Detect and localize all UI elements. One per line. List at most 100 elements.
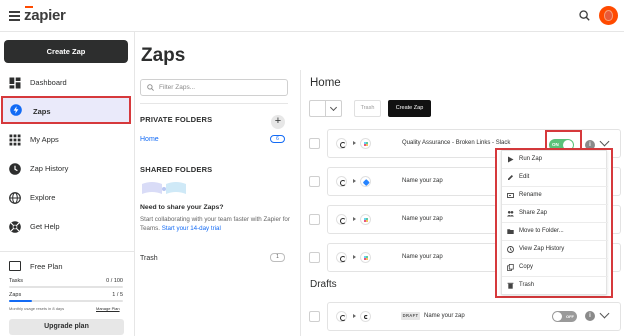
usage-reset-note: Monthly usage resets in 8 days [9,306,65,311]
zaps-meter-fill [9,300,32,302]
shared-folders-illustration [142,182,186,194]
zap-name[interactable]: Name your zap [402,254,443,260]
trigger-app-icon [336,138,347,149]
top-bar: zapier [0,0,624,32]
share-zaps-description: Start collaborating with your team faste… [140,215,290,233]
folder-home[interactable]: Home [140,136,159,143]
manage-plan-link[interactable]: Manage Plan [96,306,120,311]
rename-icon [507,193,514,198]
sidebar-item-zap-history[interactable]: Zap History [0,155,134,183]
zaps-value: 1 / 5 [112,292,123,298]
trash-icon [507,282,514,289]
history-icon [507,246,514,253]
divider [140,103,288,104]
hamburger-menu-icon[interactable] [9,11,20,21]
select-all-checkbox[interactable] [309,100,326,117]
wallet-icon [9,261,21,271]
menu-item-label: Rename [519,192,542,198]
menu-item-copy[interactable]: Copy [502,259,608,277]
dashboard-icon [9,77,21,89]
folder-count-badge: 6 [270,135,285,143]
menu-item-view-zap-history[interactable]: View Zap History [502,241,608,259]
menu-item-label: Move to Folder... [519,228,564,234]
sidebar-item-explore[interactable]: Explore [0,184,134,212]
private-folders-heading: PRIVATE FOLDERS [140,115,213,124]
menu-item-label: Edit [519,174,530,180]
tasks-meter-label: Tasks 0 / 100 [9,278,123,284]
menu-item-label: Trash [519,282,535,288]
zap-name[interactable]: Name your zap [424,313,465,319]
search-icon [147,84,154,91]
trash-button[interactable]: Trash [354,100,381,117]
folder-count-badge: 1 [270,253,285,262]
create-zap-button[interactable]: Create Zap [4,40,128,63]
zapier-logo[interactable]: zapier [24,7,66,24]
upgrade-plan-button[interactable]: Upgrade plan [9,319,124,335]
arrow-right-icon [353,179,356,183]
share-zaps-heading: Need to share your Zaps? [140,204,224,211]
arrow-right-icon [353,141,356,145]
column-divider [300,70,301,336]
zaps-label: Zaps [9,292,22,298]
sidebar: Create Zap Dashboard Zaps My Apps Zap Hi… [0,32,135,336]
search-icon[interactable] [579,10,590,21]
share-users-icon [507,211,514,217]
sidebar-item-get-help[interactable]: Get Help [0,213,134,241]
pencil-icon [508,175,513,180]
add-folder-button[interactable]: + [271,115,285,129]
trigger-app-icon [336,311,347,322]
row-checkbox[interactable] [309,214,320,225]
row-checkbox[interactable] [309,138,320,149]
apps-grid-icon [9,134,21,146]
arrow-right-icon [353,314,356,318]
menu-item-label: Copy [519,264,534,270]
start-trial-link[interactable]: Start your 14-day trial [162,225,221,232]
zap-bolt-icon [10,104,22,116]
action-app-icon [360,311,371,322]
sidebar-item-label: Dashboard [30,78,67,87]
slack-icon [360,252,371,263]
menu-item-label: View Zap History [519,246,565,252]
slack-icon [360,214,371,225]
tasks-meter [9,286,123,288]
menu-item-move-to-folder[interactable]: Move to Folder... [502,223,608,241]
info-icon[interactable]: i [585,311,595,321]
sidebar-item-dashboard[interactable]: Dashboard [0,69,134,97]
trigger-app-icon [336,252,347,263]
menu-item-edit[interactable]: Edit [502,169,608,187]
zap-name[interactable]: Name your zap [402,216,443,222]
sidebar-item-zaps[interactable]: Zaps [1,96,131,124]
menu-item-run-zap[interactable]: Run Zap [502,151,608,169]
zap-name[interactable]: Quality Assurance - Broken Links - Slack [402,140,510,146]
menu-item-trash[interactable]: Trash [502,277,608,295]
menu-panel: Run Zap Edit Rename Share Zap Move to Folder… [501,150,608,295]
zap-toggle-off[interactable]: OFF [552,311,577,322]
clock-icon [9,163,21,175]
shared-folders-heading: SHARED FOLDERS [140,165,213,174]
menu-item-rename[interactable]: Rename [502,187,608,205]
zaps-meter [9,300,123,302]
zap-name[interactable]: Name your zap [402,178,443,184]
filter-zaps-input[interactable]: Filter Zaps... [140,79,288,96]
sidebar-item-my-apps[interactable]: My Apps [0,126,134,154]
arrow-right-icon [353,217,356,221]
globe-icon [9,192,21,204]
menu-item-share-zap[interactable]: Share Zap [502,205,608,223]
create-zap-button[interactable]: Create Zap [388,100,431,117]
row-checkbox[interactable] [309,252,320,263]
help-icon [9,221,21,233]
toggle-state-label: ON [552,142,559,147]
menu-item-label: Share Zap [519,210,548,216]
drafts-heading: Drafts [310,279,337,290]
sidebar-item-label: Explore [30,193,56,202]
folder-trash[interactable]: Trash [140,255,158,262]
zaps-meter-label: Zaps 1 / 5 [9,292,123,298]
play-icon [508,156,514,163]
select-dropdown[interactable] [325,100,342,117]
page-title: Zaps [141,45,186,66]
folder-title: Home [310,77,341,89]
row-checkbox[interactable] [309,176,320,187]
row-checkbox[interactable] [309,311,320,322]
trigger-app-icon [336,176,347,187]
user-avatar[interactable] [599,6,618,25]
